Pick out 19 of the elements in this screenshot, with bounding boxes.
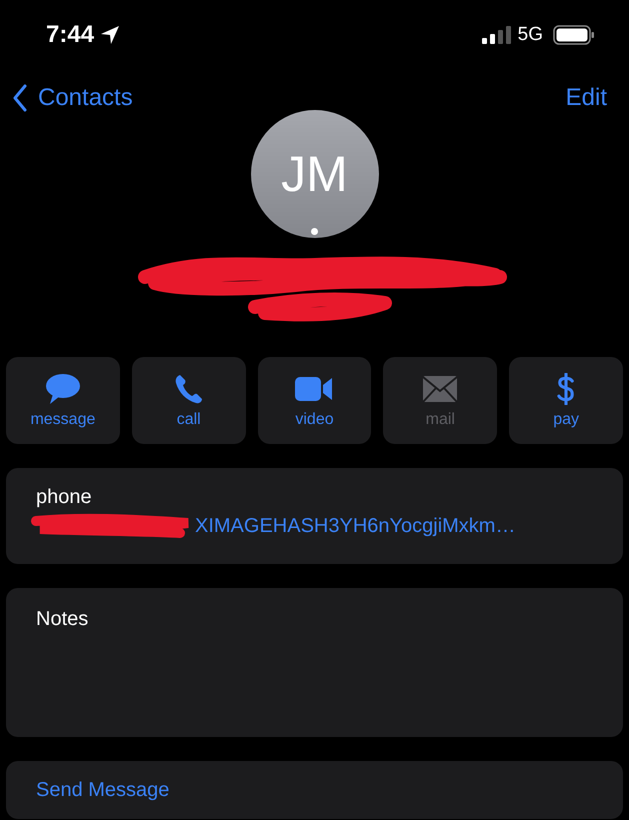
video-button[interactable]: video (258, 357, 372, 444)
chevron-left-icon (12, 84, 28, 112)
send-message-link[interactable]: Send Message (36, 779, 170, 801)
phone-label: phone (36, 486, 93, 509)
phone-icon (174, 372, 204, 404)
signal-icon (482, 26, 512, 44)
edit-button[interactable]: Edit (566, 84, 607, 112)
battery-icon (553, 25, 595, 45)
status-time: 7:44 (46, 21, 94, 49)
location-arrow-icon (100, 25, 120, 45)
network-label: 5G (518, 24, 543, 46)
avatar: JM (250, 110, 378, 238)
back-button[interactable]: Contacts (12, 84, 133, 112)
speech-bubble-icon (44, 372, 81, 404)
notes-label: Notes (36, 608, 90, 631)
phone-number-link[interactable]: XIMAGEHASH3YH6nYocgjiMxkm… (195, 514, 516, 538)
message-button[interactable]: message (6, 357, 120, 444)
call-button[interactable]: call (132, 357, 246, 444)
pay-button[interactable]: pay (509, 357, 623, 444)
